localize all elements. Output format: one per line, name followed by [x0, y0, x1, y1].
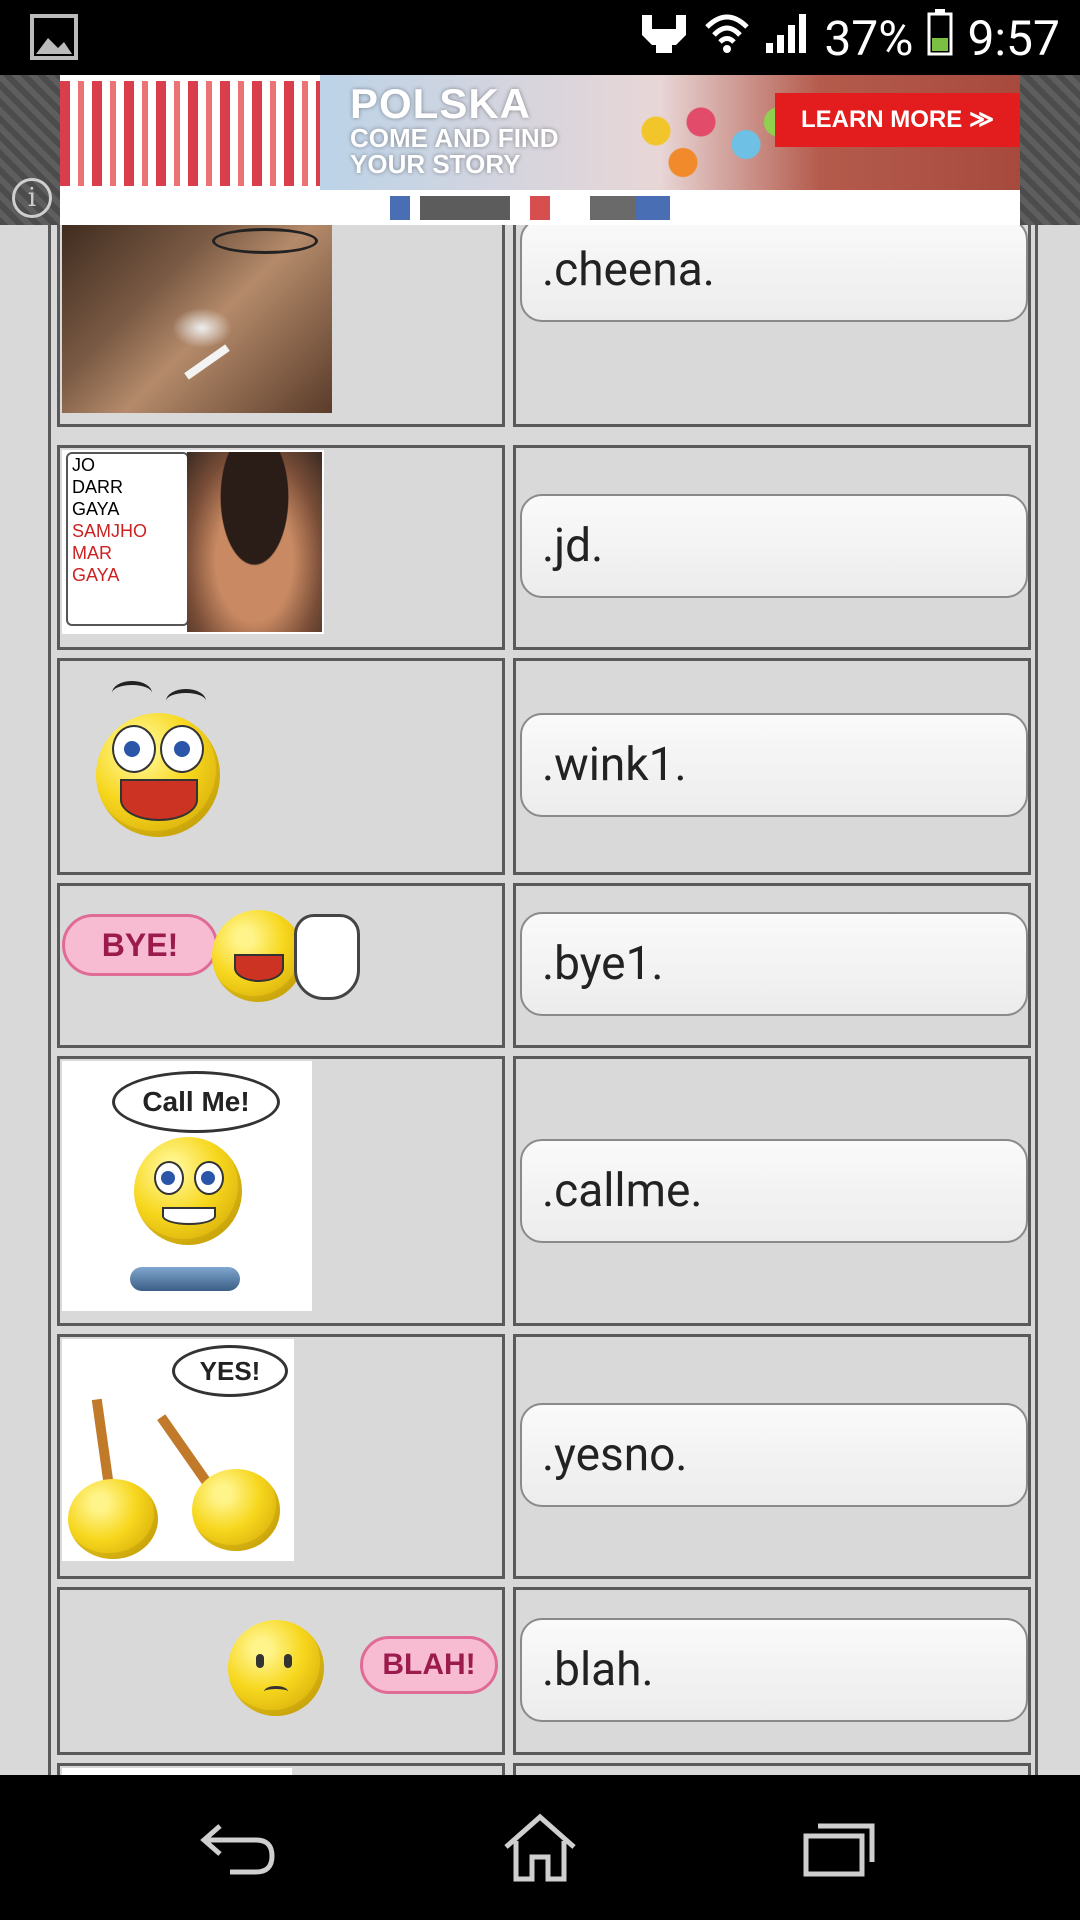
call-me-bubble: Call Me! [112, 1071, 280, 1133]
table-row [57, 1763, 1031, 1775]
learn-more-button[interactable]: LEARN MORE ≫ [775, 93, 1020, 147]
meme-text: JO [72, 455, 96, 475]
usb-debug-icon [638, 10, 690, 67]
status-bar: 37% 9:57 [0, 0, 1080, 75]
code-field[interactable]: .bye1. [520, 912, 1028, 1016]
recent-apps-icon[interactable] [770, 1775, 910, 1920]
table-row: BYE! .bye1. [57, 883, 1031, 1048]
code-field[interactable]: .callme. [520, 1139, 1028, 1243]
table-row: JO DARR GAYA SAMJHO MAR GAYA .jd. [57, 445, 1031, 650]
meme-text: GAYA [72, 499, 120, 519]
ad-bar: i POLSKA COME AND FIND YOUR STORY LEARN … [0, 75, 1080, 225]
image-cell [57, 1763, 505, 1775]
back-icon[interactable] [170, 1775, 310, 1920]
bye-smiley: BYE! [62, 910, 382, 1020]
image-cell: Call Me! [57, 1056, 505, 1326]
blah-bubble: BLAH! [360, 1636, 498, 1694]
ad-title: POLSKA COME AND FIND YOUR STORY [350, 80, 559, 179]
table-row: .cheena. [57, 225, 1031, 427]
yes-bubble: YES! [172, 1345, 288, 1397]
picture-icon [30, 14, 78, 60]
code-cell: .jd. [513, 445, 1031, 650]
image-cell: JO DARR GAYA SAMJHO MAR GAYA [57, 445, 505, 650]
code-field[interactable]: .blah. [520, 1618, 1028, 1722]
bye-bubble: BYE! [62, 914, 218, 976]
battery-percent: 37% [824, 9, 914, 67]
code-cell: .yesno. [513, 1334, 1031, 1579]
ad-banner[interactable]: POLSKA COME AND FIND YOUR STORY LEARN MO… [60, 75, 1020, 225]
table-row: .wink1. [57, 658, 1031, 875]
image-cell [57, 658, 505, 875]
balloons-graphic [620, 95, 800, 185]
image-cell: YES! [57, 1334, 505, 1579]
clock: 9:57 [967, 9, 1060, 67]
smoking-man-photo [62, 225, 332, 413]
code-cell [513, 1763, 1031, 1775]
battery-icon [927, 8, 953, 68]
blah-smiley: BLAH! [220, 1620, 510, 1720]
code-cell: .blah. [513, 1587, 1031, 1755]
yes-no-smileys: YES! [62, 1339, 294, 1561]
image-cell [57, 225, 505, 427]
table-row: YES! .yesno. [57, 1334, 1031, 1579]
jo-darr-gaya-meme: JO DARR GAYA SAMJHO MAR GAYA [62, 450, 324, 634]
sponsor-logos [390, 196, 670, 220]
meme-text: MAR [72, 543, 112, 563]
code-field[interactable]: .yesno. [520, 1403, 1028, 1507]
code-cell: .cheena. [513, 225, 1031, 427]
code-field[interactable]: .cheena. [520, 225, 1028, 322]
image-cell: BYE! [57, 883, 505, 1048]
wifi-icon [704, 10, 750, 67]
meme-text: SAMJHO [72, 521, 148, 541]
call-me-smiley: Call Me! [62, 1061, 312, 1311]
code-field[interactable]: .wink1. [520, 713, 1028, 817]
home-icon[interactable] [470, 1775, 610, 1920]
info-icon[interactable]: i [12, 178, 52, 218]
table-row: Call Me! .callme. [57, 1056, 1031, 1326]
table-row: BLAH! .blah. [57, 1587, 1031, 1755]
code-cell: .bye1. [513, 883, 1031, 1048]
code-field[interactable]: .jd. [520, 494, 1028, 598]
code-cell: .callme. [513, 1056, 1031, 1326]
ad-artwork [60, 81, 320, 186]
navigation-bar [0, 1775, 1080, 1920]
signal-icon [764, 10, 810, 67]
code-cell: .wink1. [513, 658, 1031, 875]
emoticon-table: .cheena. JO DARR GAYA SAMJHO MAR GAYA .j… [48, 225, 1038, 1775]
image-cell: BLAH! [57, 1587, 505, 1755]
laughing-smiley [90, 675, 230, 845]
meme-text: DARR [72, 477, 124, 497]
meme-text: GAYA [72, 565, 120, 585]
